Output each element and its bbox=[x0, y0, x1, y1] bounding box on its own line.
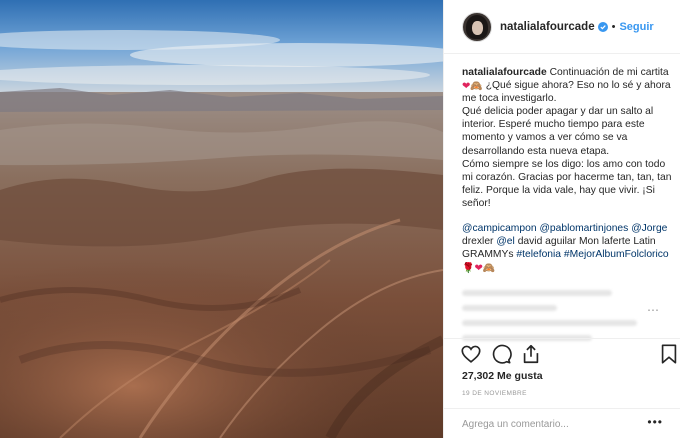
instagram-post: natalialafourcade • Seguir natalialafour… bbox=[0, 0, 680, 438]
mention-link[interactable]: @pablomartinjones bbox=[539, 223, 628, 234]
verified-badge-icon bbox=[597, 21, 608, 32]
monkey-emoji-icon: 🙈 bbox=[482, 263, 496, 275]
heart-emoji-icon: ❤ bbox=[462, 81, 471, 93]
more-options-icon[interactable]: ••• bbox=[647, 415, 663, 429]
likes-count[interactable]: 27,302 Me gusta bbox=[462, 370, 543, 382]
heart-emoji-icon: ❤ bbox=[474, 263, 483, 275]
comment-bar: ••• bbox=[444, 408, 680, 438]
heart-icon[interactable] bbox=[460, 343, 482, 365]
monkey-emoji-icon: 🙈 bbox=[470, 81, 483, 93]
mention-link[interactable]: @Jorge bbox=[631, 223, 667, 234]
caption-paragraph-3: Cómo siempre se los digo: los amo con to… bbox=[462, 158, 672, 209]
action-bar bbox=[444, 338, 680, 368]
caption-line1-after: ¿Qué sigue ahora? Eso no lo sé y ahora m… bbox=[462, 80, 671, 105]
mention-link[interactable]: @campicampon bbox=[462, 223, 537, 234]
hashtag-link[interactable]: #telefonia bbox=[516, 249, 561, 260]
avatar-face bbox=[472, 20, 483, 35]
caption-line1: Continuación de mi cartita bbox=[549, 67, 669, 78]
post-date[interactable]: 19 DE NOVIEMBRE bbox=[462, 390, 527, 397]
comment-icon[interactable] bbox=[490, 343, 512, 365]
caption-paragraph-2: Qué delicia poder apagar y dar un salto … bbox=[462, 106, 654, 157]
follow-button[interactable]: Seguir bbox=[619, 21, 653, 33]
avatar[interactable] bbox=[462, 11, 492, 42]
share-icon[interactable] bbox=[520, 343, 542, 365]
caption-text: drexler bbox=[462, 236, 494, 248]
blurred-line bbox=[462, 290, 612, 296]
post-photo[interactable] bbox=[0, 0, 443, 438]
aerial-desert-image bbox=[0, 0, 443, 438]
blurred-line bbox=[462, 305, 557, 311]
blurred-line bbox=[462, 320, 637, 326]
header-username[interactable]: natalialafourcade bbox=[500, 21, 595, 33]
caption-tags: @campicampon @pablomartinjones @Jorge dr… bbox=[462, 222, 674, 274]
caption-paragraph-1: natalialafourcade Continuación de mi car… bbox=[462, 66, 674, 105]
post-sidebar: natalialafourcade • Seguir natalialafour… bbox=[443, 0, 680, 438]
caption-username[interactable]: natalialafourcade bbox=[462, 67, 547, 78]
caption: natalialafourcade Continuación de mi car… bbox=[462, 66, 674, 274]
bookmark-icon[interactable] bbox=[658, 343, 680, 365]
separator-dot: • bbox=[611, 20, 616, 33]
mention-link[interactable]: @el bbox=[496, 236, 514, 247]
rose-emoji-icon: 🌹 bbox=[462, 263, 475, 275]
hashtag-link[interactable]: #MejorAlbumFolclorico bbox=[564, 249, 669, 260]
post-header: natalialafourcade • Seguir bbox=[444, 0, 680, 54]
comment-options-icon[interactable]: ⋯ bbox=[647, 303, 660, 317]
comment-input[interactable] bbox=[462, 417, 642, 431]
